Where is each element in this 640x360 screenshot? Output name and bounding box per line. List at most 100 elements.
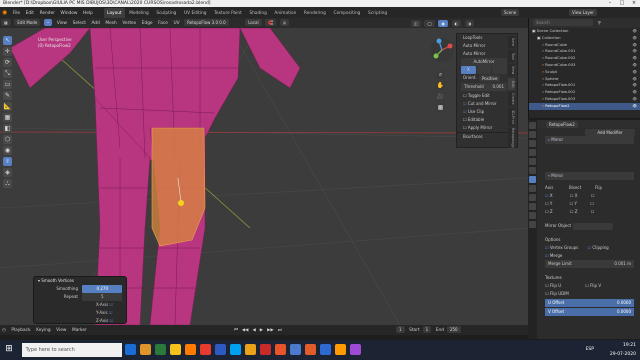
tool-knife-icon[interactable]: ⌾ — [3, 157, 12, 166]
outliner-row[interactable]: ▿ RetopoFlow.002 👁 — [529, 89, 640, 96]
xray-toggle-icon[interactable]: ◫ — [411, 20, 421, 27]
outliner-row[interactable]: ▣ Collection 👁 — [529, 35, 640, 42]
tool-rotate-icon[interactable]: ⟳ — [3, 58, 12, 67]
start-frame-field[interactable]: 1 — [422, 326, 432, 333]
tool-select-icon[interactable]: ↖ — [3, 36, 12, 45]
outliner-row[interactable]: ▿ RetopoFlow.001 👁 — [529, 82, 640, 89]
axis-y-toggle[interactable] — [476, 66, 492, 74]
u-offset-slider[interactable]: U Offset 0.0000 — [545, 299, 634, 307]
x-axis-checkbox[interactable]: X-Axis ☑ — [34, 301, 126, 309]
taskbar-app-icon[interactable] — [215, 344, 227, 355]
particles-properties-icon[interactable] — [529, 185, 536, 192]
sidebar-tab-tool[interactable]: Tool — [508, 50, 515, 62]
tool-scale-icon[interactable]: ⤡ — [3, 69, 12, 78]
solid-shading-icon[interactable]: ● — [438, 20, 448, 27]
v-offset-slider[interactable]: V Offset 0.0000 — [545, 308, 634, 316]
taskbar-app-icon[interactable] — [245, 344, 257, 355]
tool-polybuild-icon[interactable]: ◈ — [3, 168, 12, 177]
world-properties-icon[interactable] — [529, 158, 536, 165]
outliner-row[interactable]: ▿ RoundCube.001 👁 — [529, 48, 640, 55]
merge-checkbox[interactable]: ☑ Merge — [529, 252, 640, 260]
ortho-grid-icon[interactable]: ▦ — [436, 103, 445, 112]
view-layer-name[interactable]: View Layer — [569, 9, 597, 16]
clipping-checkbox[interactable]: ☑ Clipping — [588, 245, 609, 250]
outliner-row[interactable]: ▿ RoundCube.002 👁 — [529, 55, 640, 62]
menu-vertex[interactable]: Vertex — [120, 19, 138, 28]
smoothing-slider[interactable]: 0.270 — [82, 285, 123, 293]
add-modifier-button[interactable]: Add Modifier — [585, 128, 635, 136]
menu-mesh[interactable]: Mesh — [103, 19, 118, 28]
vertex-groups-checkbox[interactable]: ☑ Vertex Groups — [545, 245, 578, 250]
workspace-tab-animation[interactable]: Animation — [271, 8, 299, 18]
repeat-field[interactable]: 5 — [82, 293, 123, 301]
visibility-eye-icon[interactable]: 👁 — [633, 103, 640, 110]
orientation-dropdown[interactable]: Positive — [479, 74, 501, 82]
menu-uv[interactable]: UV — [171, 19, 181, 28]
flip-u-checkbox[interactable]: ☐ Flip U — [545, 283, 561, 288]
menu-help[interactable]: Help — [81, 8, 95, 18]
workspace-tab-layout[interactable]: Layout — [104, 8, 125, 18]
sidebar-tab-retopology[interactable]: Retopology — [508, 128, 515, 148]
taskbar-app-icon[interactable] — [275, 344, 287, 355]
modifier-properties-icon[interactable] — [529, 176, 536, 183]
outliner-row[interactable]: ▿ RetopoFlow2 👁 — [529, 102, 640, 110]
y-axis-checkbox[interactable]: Y-Axis ☑ — [34, 309, 126, 317]
tool-properties-icon[interactable] — [529, 122, 536, 129]
menu-render[interactable]: Render — [38, 8, 57, 18]
tool-spin-icon[interactable]: ⛬ — [3, 179, 12, 188]
visibility-eye-icon[interactable]: 👁 — [633, 62, 640, 69]
outliner-row[interactable]: ▿ RoundCube 👁 — [529, 42, 640, 49]
taskbar-app-icon[interactable] — [350, 344, 362, 355]
material-shading-icon[interactable]: ◐ — [451, 20, 462, 27]
menu-add[interactable]: Add — [90, 19, 102, 28]
material-properties-icon[interactable] — [529, 221, 536, 228]
render-properties-icon[interactable] — [529, 131, 536, 138]
automirror-button[interactable]: AutoMirror — [461, 58, 507, 66]
axis-x-row[interactable]: ☑ X ☐ X ☐ — [529, 192, 640, 200]
taskbar-app-icon[interactable] — [155, 344, 167, 355]
visibility-eye-icon[interactable]: 👁 — [633, 28, 640, 35]
workspace-tab-texture-paint[interactable]: Texture Paint — [211, 8, 245, 18]
visibility-eye-icon[interactable]: 👁 — [633, 48, 640, 55]
taskbar-app-icon[interactable] — [305, 344, 317, 355]
visibility-eye-icon[interactable]: 👁 — [633, 76, 640, 83]
tool-transform-icon[interactable]: ▭ — [3, 80, 12, 89]
constraints-properties-icon[interactable] — [529, 203, 536, 210]
axis-x-toggle[interactable]: X — [461, 66, 476, 74]
menu-file[interactable]: File — [11, 8, 22, 18]
scene-properties-icon[interactable] — [529, 149, 536, 156]
tool-loopcut-icon[interactable]: ◉ — [3, 146, 12, 155]
visibility-eye-icon[interactable]: 👁 — [633, 69, 640, 76]
outliner-row[interactable]: ▿ Sculpt 👁 — [529, 69, 640, 76]
pan-hand-icon[interactable]: ✋ — [436, 81, 445, 90]
tool-inset-icon[interactable]: ◧ — [3, 124, 12, 133]
output-properties-icon[interactable] — [529, 140, 536, 147]
taskbar-clock[interactable]: 19:21 29-07-2020 — [610, 340, 636, 359]
menu-face[interactable]: Face — [156, 19, 170, 28]
language-indicator[interactable]: ESP — [586, 340, 594, 360]
close-button[interactable]: × — [628, 0, 640, 7]
tool-extrude-icon[interactable]: ▦ — [3, 113, 12, 122]
workspace-tab-sculpting[interactable]: Sculpting — [153, 8, 179, 18]
blender-logo-icon[interactable]: ◉ — [0, 7, 9, 18]
outliner-search-field[interactable]: Search — [533, 19, 593, 26]
snap-icon[interactable]: 🧲 — [265, 19, 277, 26]
view-layer-selector[interactable]: View Layer — [568, 9, 598, 16]
minimize-button[interactable]: – — [604, 0, 616, 7]
menu-select[interactable]: Select — [71, 19, 88, 28]
visibility-eye-icon[interactable]: 👁 — [633, 35, 640, 42]
filter-icon[interactable]: ⚲ — [596, 19, 603, 29]
tool-bevel-icon[interactable]: ⬡ — [3, 135, 12, 144]
editor-type-button[interactable]: ▦ — [1, 19, 11, 26]
windows-start-icon[interactable]: ⊞ — [2, 344, 16, 355]
menu-window[interactable]: Window — [58, 8, 79, 18]
z-axis-checkbox[interactable]: Z-Axis ☑ — [34, 317, 126, 325]
end-frame-field[interactable]: 250 — [446, 326, 461, 333]
taskbar-app-icon[interactable] — [185, 344, 197, 355]
object-properties-icon[interactable] — [529, 167, 536, 174]
sidebar-tab-view[interactable]: View — [508, 64, 515, 76]
threshold-field[interactable]: Threshold 0.001 — [461, 83, 507, 91]
taskbar-app-icon[interactable] — [320, 344, 332, 355]
visibility-eye-icon[interactable]: 👁 — [633, 82, 640, 89]
mode-selector[interactable]: Edit Mode — [14, 19, 41, 26]
